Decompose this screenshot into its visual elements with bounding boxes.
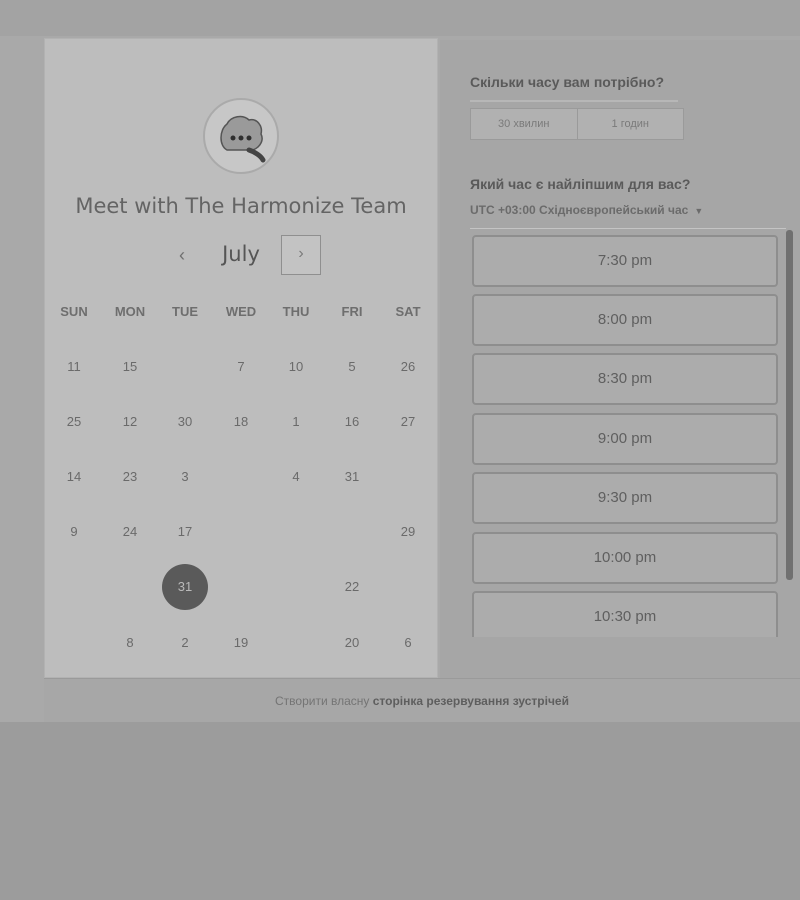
calendar-day[interactable]: 19 — [218, 620, 264, 666]
calendar-day[interactable]: 5 — [329, 344, 375, 390]
calendar-day[interactable]: 31 — [329, 454, 375, 500]
calendar-day[interactable]: 12 — [107, 399, 153, 445]
calendar-day[interactable]: 20 — [329, 620, 375, 666]
time-slot[interactable]: 10:00 pm — [472, 532, 778, 584]
calendar-day[interactable]: 7 — [218, 344, 264, 390]
duration-selector: 30 хвилин 1 годин — [470, 108, 684, 140]
weekday-header: MON — [114, 304, 146, 319]
calendar-day[interactable]: 16 — [329, 399, 375, 445]
weekday-header: FRI — [341, 304, 363, 319]
calendar-day[interactable]: 23 — [107, 454, 153, 500]
top-band — [0, 0, 800, 36]
calendar-day[interactable]: 22 — [329, 564, 375, 610]
timezone-select[interactable]: UTC +03:00 Східноєвропейський час ▼ — [470, 203, 703, 217]
calendar-day[interactable]: 2 — [162, 620, 208, 666]
time-slot[interactable]: 10:30 pm — [472, 591, 778, 637]
calendar-day[interactable]: 25 — [51, 399, 97, 445]
weekday-header: WED — [225, 304, 257, 319]
duration-1-hour-button[interactable]: 1 годин — [576, 109, 684, 139]
duration-30-min-button[interactable]: 30 хвилин — [471, 109, 577, 139]
calendar-day[interactable]: 4 — [273, 454, 319, 500]
weekday-header: TUE — [172, 304, 198, 319]
chevron-down-icon: ▼ — [694, 206, 704, 216]
next-month-button[interactable]: › — [281, 235, 321, 275]
time-slot[interactable]: 7:30 pm — [472, 235, 778, 287]
time-slot[interactable]: 8:00 pm — [472, 294, 778, 346]
prev-month-button[interactable]: ‹ — [168, 242, 196, 270]
time-heading: Який час є найліпшим для вас? — [470, 176, 691, 192]
time-slot-scrollbar[interactable] — [786, 230, 793, 580]
weekday-header: THU — [282, 304, 310, 319]
footer-prefix: Створити власну — [275, 694, 370, 708]
month-label: July — [222, 242, 260, 266]
calendar-day[interactable]: 11 — [51, 344, 97, 390]
calendar-day[interactable]: 14 — [51, 454, 97, 500]
timezone-label: UTC +03:00 Східноєвропейський час — [470, 203, 689, 217]
calendar-day[interactable]: 15 — [107, 344, 153, 390]
calendar-day[interactable]: 18 — [218, 399, 264, 445]
time-slot-list[interactable]: 7:30 pm 8:00 pm 8:30 pm 9:00 pm 9:30 pm … — [470, 228, 786, 637]
calendar-day[interactable]: 1 — [273, 399, 319, 445]
time-slot[interactable]: 9:00 pm — [472, 413, 778, 465]
calendar-day[interactable]: 27 — [385, 399, 431, 445]
harmonize-logo — [203, 98, 279, 174]
footer-text: Створити власну сторінка резервування зу… — [44, 679, 800, 723]
meeting-title: Meet with The Harmonize Team — [75, 194, 407, 218]
calendar-day[interactable]: 9 — [51, 509, 97, 555]
calendar-day[interactable]: 30 — [162, 399, 208, 445]
calendar-day[interactable]: 3 — [162, 454, 208, 500]
heading-underline — [470, 100, 678, 102]
duration-heading: Скільки часу вам потрібно? — [470, 74, 665, 90]
calendar-day[interactable]: 8 — [107, 620, 153, 666]
footer: Створити власну сторінка резервування зу… — [44, 678, 800, 722]
calendar-day[interactable]: 10 — [273, 344, 319, 390]
weekday-header: SAT — [395, 304, 421, 319]
booking-page-link[interactable]: сторінка резервування зустрічей — [373, 694, 569, 708]
calendar-day[interactable]: 24 — [107, 509, 153, 555]
time-slot[interactable]: 8:30 pm — [472, 353, 778, 405]
calendar-day[interactable]: 6 — [385, 620, 431, 666]
calendar-day[interactable]: 17 — [162, 509, 208, 555]
weekday-header: SUN — [60, 304, 88, 319]
brain-chat-icon — [220, 115, 266, 163]
selected-day[interactable]: 31 — [162, 564, 208, 610]
calendar-day[interactable]: 26 — [385, 344, 431, 390]
calendar-day[interactable]: 29 — [385, 509, 431, 555]
time-slot[interactable]: 9:30 pm — [472, 472, 778, 524]
